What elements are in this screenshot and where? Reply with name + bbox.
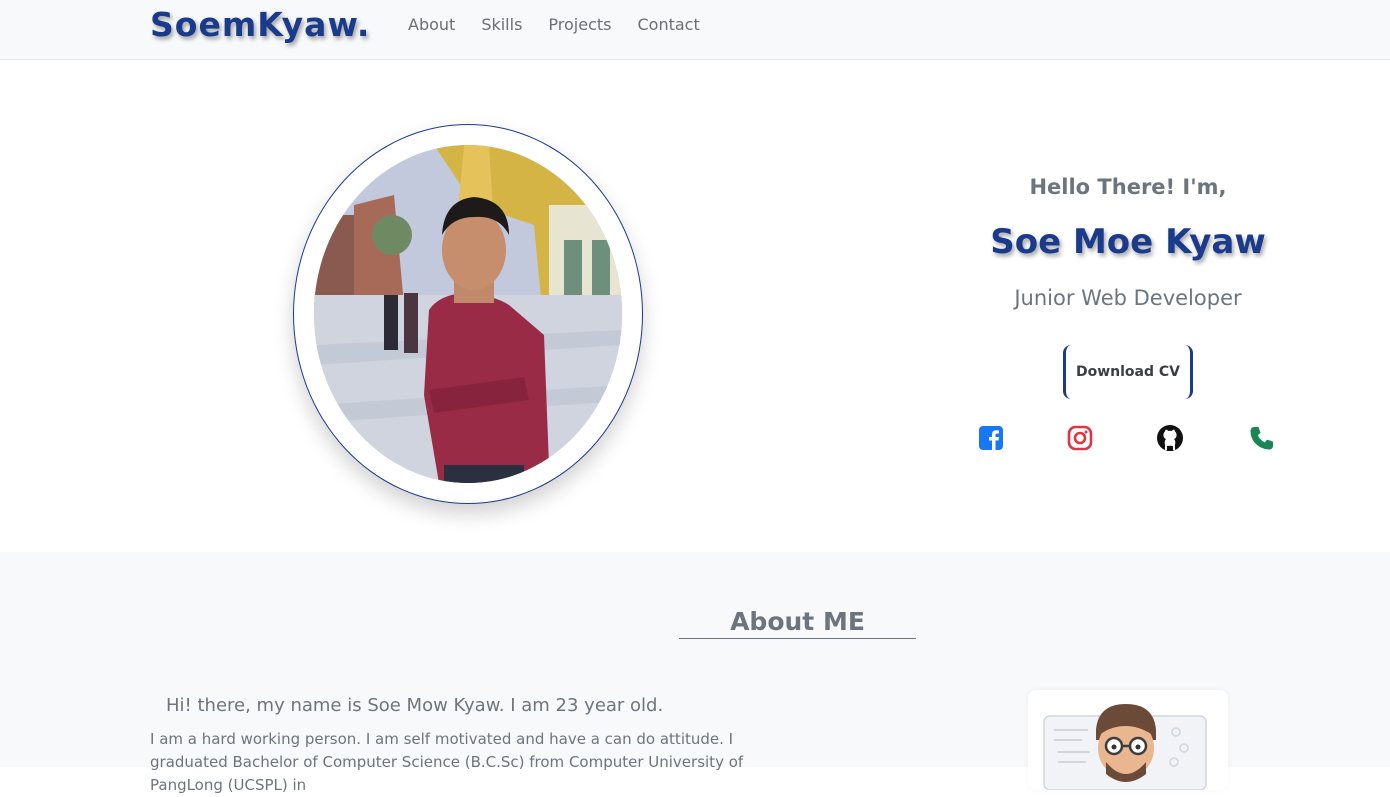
social-links [928, 424, 1328, 454]
nav-links: About Skills Projects Contact [408, 14, 726, 36]
about-intro: Hi! there, my name is Soe Mow Kyaw. I am… [166, 695, 664, 716]
instagram-icon[interactable] [1066, 424, 1094, 452]
facebook-icon[interactable] [977, 424, 1005, 452]
profile-photo [314, 145, 622, 483]
brand-logo[interactable]: SoemKyaw. [150, 5, 370, 44]
download-cv-button[interactable]: Download CV [1063, 345, 1193, 399]
about-title: About ME [679, 607, 916, 639]
hero-section: Hello There! I'm, Soe Moe Kyaw Junior We… [0, 61, 1390, 552]
developer-illustration [1028, 690, 1228, 790]
about-section: About ME Hi! there, my name is Soe Mow K… [0, 552, 1390, 794]
hero-role: Junior Web Developer [1014, 286, 1242, 310]
profile-photo-frame [293, 124, 643, 504]
hero-name: Soe Moe Kyaw [990, 222, 1266, 262]
about-body: I am a hard working person. I am self mo… [150, 730, 744, 794]
github-icon[interactable] [1156, 424, 1184, 452]
nav-link-projects[interactable]: Projects [548, 14, 611, 36]
navbar: SoemKyaw. About Skills Projects Contact [0, 0, 1390, 60]
nav-link-contact[interactable]: Contact [637, 14, 699, 36]
phone-icon[interactable] [1248, 424, 1276, 452]
nav-link-skills[interactable]: Skills [481, 14, 522, 36]
nav-link-about[interactable]: About [408, 14, 455, 36]
hero-greeting: Hello There! I'm, [1029, 175, 1227, 199]
